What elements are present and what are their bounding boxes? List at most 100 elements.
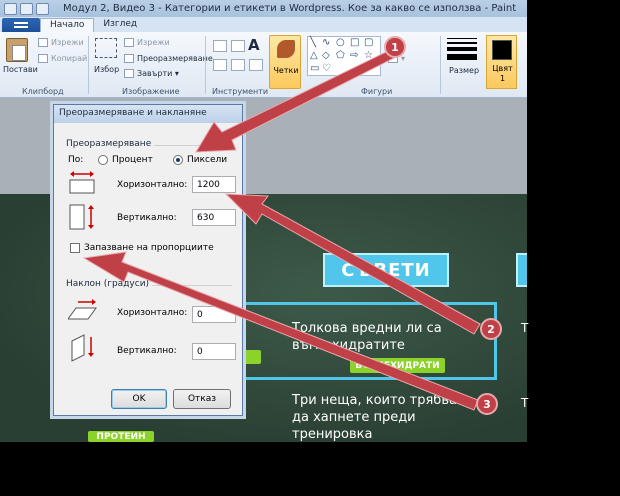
resize-button[interactable]: Преоразмеряване (124, 54, 213, 63)
vertical-input[interactable]: 630 (192, 209, 236, 226)
skew-horizontal-input[interactable]: 0 (192, 306, 236, 323)
pixels-label[interactable]: Пиксели (187, 155, 227, 165)
annotation-badge-2: 2 (480, 318, 502, 340)
undo-icon[interactable] (36, 2, 49, 15)
skew-horizontal-icon (68, 299, 97, 320)
crop-icon (124, 38, 134, 47)
shapes-group-label: Фигури (361, 87, 393, 96)
slide-heading-partial (516, 253, 527, 287)
curve-shape-icon[interactable]: ∿ (322, 37, 330, 48)
color-picker-icon[interactable] (231, 59, 245, 71)
clipboard-group-label: Клипборд (22, 87, 64, 96)
by-label: По: (68, 155, 84, 165)
line-shape-icon[interactable]: ╲ (310, 37, 316, 48)
slide-tag-left (243, 350, 261, 364)
horizontal-input[interactable]: 1200 (192, 176, 236, 193)
vertical-label: Вертикално: (117, 213, 177, 223)
rectangle-shape-icon[interactable]: □ (350, 37, 359, 48)
slide-tag-2: ПРОТЕИН (88, 431, 154, 442)
color1-sublabel: 1 (499, 74, 506, 83)
rotate-button[interactable]: Завърти ▾ (124, 69, 179, 78)
slide-tag-1: ВЪГЛЕХИДРАТИ (350, 358, 445, 373)
percent-label[interactable]: Процент (112, 155, 153, 165)
quick-access-toolbar (0, 2, 49, 15)
text-tool-icon[interactable]: A (248, 36, 260, 54)
rounded-rect-shape-icon[interactable]: ▢ (364, 37, 373, 48)
copy-button[interactable]: Копирай (38, 54, 87, 63)
eraser-icon[interactable] (213, 59, 227, 71)
ok-button[interactable]: OK (111, 389, 167, 409)
pencil-icon[interactable] (213, 40, 227, 52)
paint-menu-button[interactable] (2, 18, 40, 32)
resize-icon (124, 54, 134, 63)
vertical-resize-icon (69, 204, 94, 230)
oval-shape-icon[interactable]: ○ (336, 37, 345, 48)
cancel-button[interactable]: Отказ (173, 389, 231, 409)
keep-ratio-label[interactable]: Запазване на пропорциите (84, 243, 214, 253)
paste-icon[interactable] (6, 38, 28, 62)
slide-edge-text-2: Т (521, 396, 529, 410)
shapes-gallery[interactable]: ╲ ∿ ○ □ ▢ △ ◇ ⬠ ⇨ ☆ ▭ ♡ (307, 36, 381, 76)
paste-button[interactable]: Постави (3, 65, 38, 74)
tab-home[interactable]: Начало (40, 18, 95, 32)
skew-horizontal-label: Хоризонтално: (117, 308, 188, 318)
brushes-button[interactable]: Четки (269, 35, 301, 89)
keep-ratio-checkbox[interactable] (70, 243, 80, 253)
rotate-label: Завърти (137, 69, 173, 78)
skew-vertical-input[interactable]: 0 (192, 343, 236, 360)
tools-group-label: Инструменти (212, 87, 269, 96)
arrow-shape-icon[interactable]: ⇨ (350, 50, 358, 61)
resize-section-label: Преоразмеряване (66, 139, 155, 149)
magnifier-icon[interactable] (249, 59, 263, 71)
dialog-title: Преоразмеряване и накланяне (54, 105, 242, 123)
horizontal-resize-icon (69, 171, 95, 194)
crop-button[interactable]: Изрежи (124, 38, 170, 47)
ribbon-separator (440, 36, 441, 94)
pentagon-shape-icon[interactable]: ⬠ (336, 50, 345, 61)
color1-swatch (492, 40, 512, 60)
slide-item-1: Толкова вредни ли са въглехидратите (292, 321, 442, 353)
image-group-label: Изображение (122, 87, 180, 96)
annotation-badge-1: 1 (384, 36, 406, 58)
triangle-shape-icon[interactable]: △ (310, 50, 318, 61)
slide-item-2: Три неща, които трябва да хапнете преди … (292, 393, 457, 442)
star-shape-icon[interactable]: ☆ (364, 50, 373, 61)
copy-icon (38, 54, 48, 63)
color1-button[interactable]: Цвят 1 (486, 35, 517, 89)
ribbon-separator (205, 36, 206, 94)
select-button[interactable]: Избор (94, 65, 119, 74)
cut-label: Изрежи (51, 38, 84, 47)
save-icon[interactable] (20, 2, 33, 15)
pixels-radio[interactable] (173, 155, 183, 165)
rotate-icon (124, 69, 134, 78)
skew-section-label: Наклон (градуси) (66, 279, 153, 289)
skew-vertical-label: Вертикално: (117, 346, 177, 356)
size-icon[interactable] (447, 38, 477, 64)
copy-label: Копирай (51, 54, 88, 63)
horizontal-label: Хоризонтално: (117, 180, 188, 190)
paint-app-icon[interactable] (4, 2, 17, 15)
resize-skew-dialog: Преоразмеряване и накланяне Преоразмеряв… (53, 104, 243, 416)
resize-label: Преоразмеряване (137, 54, 213, 63)
size-button[interactable]: Размер (449, 66, 479, 75)
slide-edge-text-1: Т (521, 321, 529, 335)
heart-shape-icon[interactable]: ♡ (322, 63, 331, 74)
select-icon[interactable] (95, 38, 117, 58)
menu-icon (14, 22, 28, 28)
percent-radio[interactable] (98, 155, 108, 165)
callout-shape-icon[interactable]: ▭ (310, 63, 319, 74)
crop-label: Изрежи (137, 38, 170, 47)
scissors-icon (38, 38, 48, 47)
ribbon: Постави Изрежи Копирай Клипборд Избор Из… (0, 32, 527, 98)
brush-icon (277, 40, 295, 58)
slide-heading: СЪВЕТИ (323, 253, 449, 287)
tab-view[interactable]: Изглед (94, 18, 146, 32)
diamond-shape-icon[interactable]: ◇ (322, 50, 330, 61)
brushes-label: Четки (273, 66, 299, 75)
window-title: Модул 2, Видео 3 - Категории и етикети в… (63, 3, 517, 14)
fill-icon[interactable] (231, 40, 245, 52)
ribbon-tabs: Начало Изглед (0, 17, 527, 32)
color1-label: Цвят (492, 64, 513, 73)
cut-button[interactable]: Изрежи (38, 38, 84, 47)
skew-vertical-icon (71, 334, 94, 362)
